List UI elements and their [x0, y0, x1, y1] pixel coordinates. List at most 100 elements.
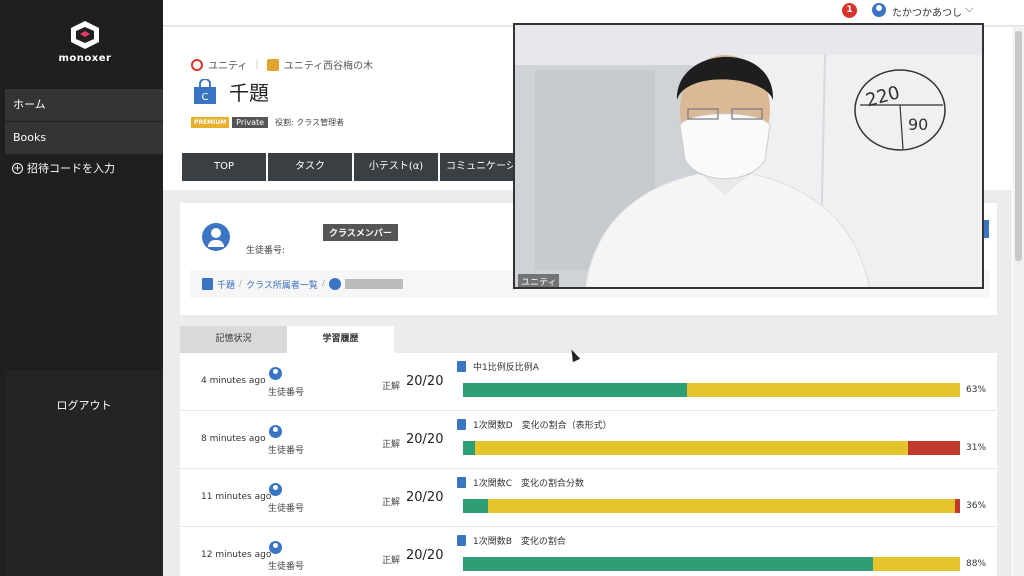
- video-call-window[interactable]: 220 90 ユニティ: [513, 23, 984, 289]
- history-row[interactable]: 8 minutes ago 生徒番号 正解 20/20 1次関数D 変化の割合（…: [180, 411, 997, 469]
- history-correct-label: 正解: [382, 556, 401, 566]
- user-avatar-icon: [269, 541, 282, 554]
- history-correct-label: 正解: [382, 498, 401, 508]
- history-student-label: 生徒番号: [268, 504, 305, 514]
- history-score: 20/20: [406, 490, 444, 505]
- class-icon-letter: C: [202, 92, 209, 103]
- progress-green-segment: [463, 441, 476, 455]
- history-time: 12 minutes ago: [201, 550, 272, 560]
- progress-red-segment: [955, 499, 960, 513]
- progress-red-segment: [907, 441, 960, 455]
- history-correct-label: 正解: [382, 382, 401, 392]
- school-name[interactable]: ユニティ西谷梅の木: [284, 57, 373, 72]
- user-avatar-icon: [328, 278, 341, 290]
- history-book-title[interactable]: 1次関数B 変化の割合: [473, 534, 566, 547]
- sidebar-item-books[interactable]: Books: [5, 122, 163, 154]
- book-icon: [457, 535, 466, 546]
- tab-memory-status[interactable]: 記憶状況: [180, 326, 287, 353]
- user-avatar-icon: [269, 425, 282, 438]
- class-tabs: TOP タスク 小テスト(α) コミュニケーシ: [182, 153, 540, 181]
- history-time: 11 minutes ago: [201, 492, 272, 502]
- user-avatar-icon[interactable]: [872, 3, 886, 17]
- tab-study-history[interactable]: 学習履歴: [287, 326, 394, 353]
- history-score: 20/20: [406, 548, 444, 563]
- scrollbar-thumb[interactable]: [1015, 31, 1022, 261]
- history-student-label: 生徒番号: [268, 446, 305, 456]
- progress-green-segment: [463, 557, 874, 571]
- notification-badge[interactable]: 1: [842, 3, 857, 18]
- progress-bar: [463, 383, 960, 397]
- member-avatar-icon: [202, 223, 230, 251]
- page-scrollbar[interactable]: [1013, 27, 1024, 576]
- history-percent: 36%: [966, 501, 987, 511]
- history-student-label: 生徒番号: [268, 388, 305, 398]
- org-icon: [191, 58, 203, 71]
- study-history-list: 4 minutes ago 生徒番号 正解 20/20 中1比例反比例A 63%…: [180, 353, 997, 576]
- class-bag-icon: [202, 278, 213, 290]
- user-avatar-icon: [269, 483, 282, 496]
- history-correct-label: 正解: [382, 440, 401, 450]
- role-text: 役割: クラス管理者: [275, 118, 345, 127]
- logo-text: monoxer: [58, 53, 112, 64]
- video-frame: 220 90: [515, 25, 982, 287]
- whiteboard-number: 90: [908, 115, 928, 134]
- sidebar: monoxer ホーム Books + 招待コードを入力 ログアウト: [0, 0, 163, 576]
- book-icon: [457, 361, 466, 372]
- progress-green-segment: [463, 383, 687, 397]
- progress-yellow-segment: [873, 557, 960, 571]
- breadcrumb-members[interactable]: クラス所属者一覧: [246, 278, 318, 291]
- redacted-name: [344, 279, 403, 289]
- tab-tasks[interactable]: タスク: [268, 153, 352, 181]
- class-badges: PREMIUM Private 役割: クラス管理者: [191, 117, 344, 128]
- history-score: 20/20: [406, 374, 444, 389]
- progress-yellow-segment: [686, 383, 960, 397]
- history-score: 20/20: [406, 432, 444, 447]
- history-book-title[interactable]: 1次関数C 変化の割合分数: [473, 476, 584, 489]
- history-time: 8 minutes ago: [201, 434, 266, 444]
- history-book-title[interactable]: 中1比例反比例A: [473, 360, 539, 373]
- progress-bar: [463, 499, 960, 513]
- progress-yellow-segment: [475, 441, 908, 455]
- premium-badge: PREMIUM: [191, 117, 230, 128]
- video-participant-label: ユニティ: [518, 274, 560, 287]
- history-time: 4 minutes ago: [201, 376, 266, 386]
- progress-bar: [463, 441, 960, 455]
- progress-bar: [463, 557, 960, 571]
- monoxer-logo-icon: [71, 21, 99, 49]
- sidebar-item-home[interactable]: ホーム: [5, 89, 163, 121]
- private-badge: Private: [232, 117, 269, 128]
- org-name[interactable]: ユニティ: [208, 57, 247, 72]
- class-bag-icon: C: [194, 79, 216, 104]
- book-icon: [457, 419, 466, 430]
- school-icon: [266, 58, 279, 71]
- logout-link[interactable]: ログアウト: [5, 397, 163, 413]
- breadcrumb-separator: |: [255, 59, 259, 70]
- history-row[interactable]: 12 minutes ago 生徒番号 正解 20/20 1次関数B 変化の割合…: [180, 527, 997, 576]
- member-subtabs: 記憶状況 学習履歴: [180, 326, 394, 353]
- chevron-down-icon[interactable]: ⌵: [965, 2, 973, 16]
- progress-green-segment: [463, 499, 488, 513]
- org-breadcrumb: ユニティ | ユニティ西谷梅の木: [191, 57, 373, 72]
- history-row[interactable]: 11 minutes ago 生徒番号 正解 20/20 1次関数C 変化の割合…: [180, 469, 997, 527]
- book-icon: [457, 477, 466, 488]
- history-percent: 88%: [966, 559, 987, 569]
- history-percent: 63%: [966, 385, 987, 395]
- breadcrumb-class[interactable]: 千題: [217, 278, 235, 291]
- invite-code-link[interactable]: + 招待コードを入力: [12, 160, 115, 176]
- tab-top[interactable]: TOP: [182, 153, 266, 181]
- history-book-title[interactable]: 1次関数D 変化の割合（表形式）: [473, 418, 612, 431]
- invite-code-label: 招待コードを入力: [27, 162, 115, 175]
- tab-quiz[interactable]: 小テスト(α): [354, 153, 438, 181]
- user-avatar-icon: [269, 367, 282, 380]
- history-row[interactable]: 4 minutes ago 生徒番号 正解 20/20 中1比例反比例A 63%: [180, 353, 997, 411]
- history-student-label: 生徒番号: [268, 562, 305, 572]
- plus-circle-icon: +: [12, 162, 23, 174]
- app-logo[interactable]: monoxer: [55, 20, 115, 70]
- user-name[interactable]: たかつかあつし: [892, 4, 962, 19]
- student-number-label: 生徒番号:: [246, 246, 286, 256]
- breadcrumb-separator: /: [239, 279, 243, 289]
- history-percent: 31%: [966, 443, 987, 453]
- page-title: 千題: [229, 81, 269, 105]
- sidebar-lower: ログアウト: [5, 370, 163, 576]
- member-role-badge: クラスメンバー: [323, 224, 398, 241]
